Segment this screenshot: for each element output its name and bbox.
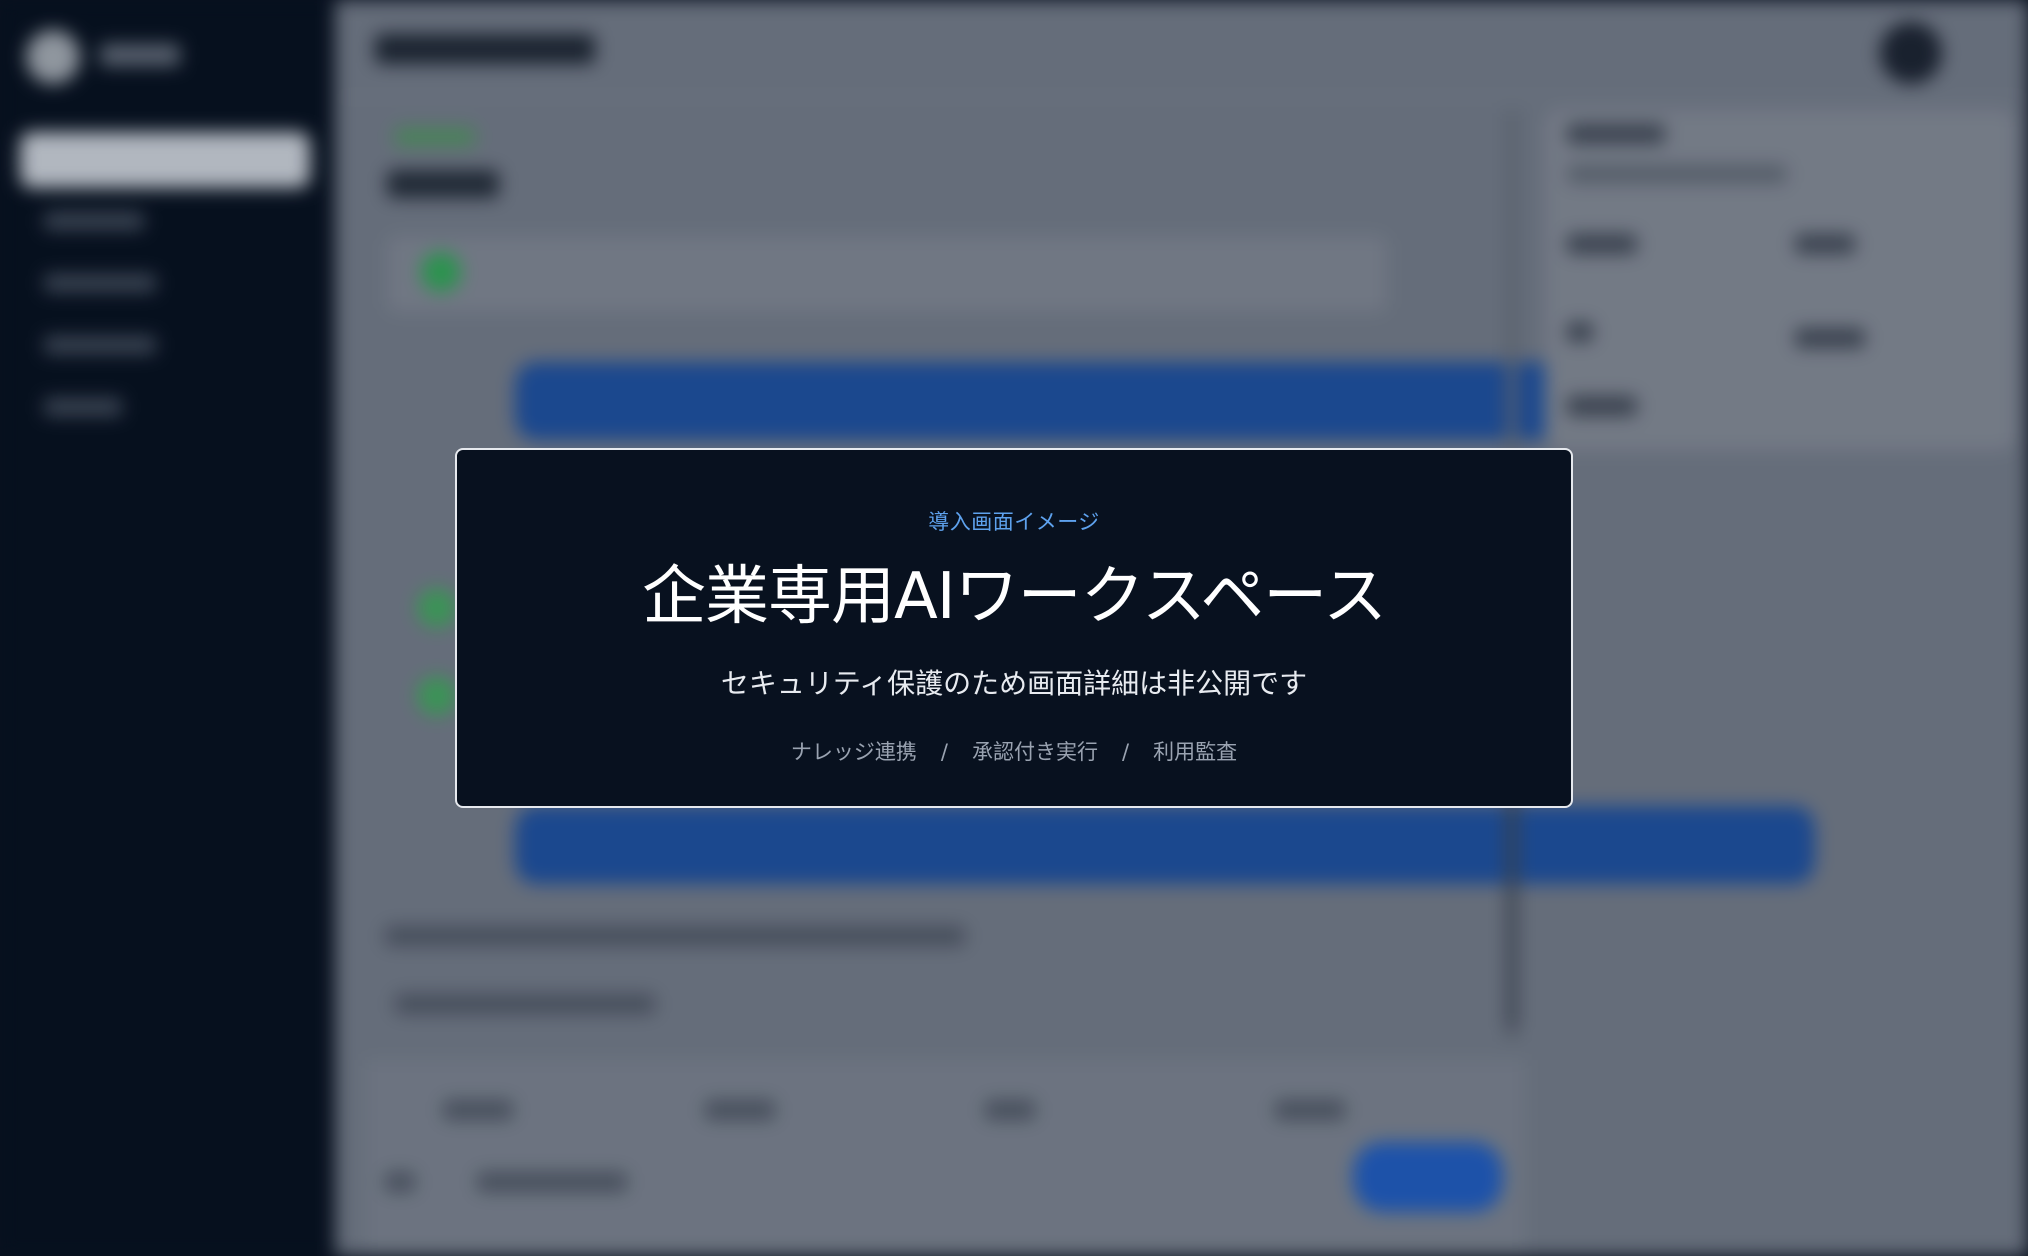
notice-eyebrow: 導入画面イメージ: [928, 510, 1100, 534]
feature-usage-audit: 利用監査: [1153, 740, 1238, 764]
confidentiality-notice-modal: 導入画面イメージ 企業専用AIワークスペース セキュリティ保護のため画面詳細は非…: [455, 448, 1573, 808]
notice-subtitle: セキュリティ保護のため画面詳細は非公開です: [720, 667, 1308, 700]
notice-title: 企業専用AIワークスペース: [641, 560, 1387, 634]
app-window: 導入画面イメージ 企業専用AIワークスペース セキュリティ保護のため画面詳細は非…: [0, 0, 2028, 1256]
feature-approval-execution: 承認付き実行: [972, 740, 1098, 764]
feature-list: ナレッジ連携 / 承認付き実行 / 利用監査: [457, 736, 1571, 766]
feature-separator: /: [940, 740, 948, 764]
feature-knowledge-integration: ナレッジ連携: [790, 740, 917, 764]
feature-separator: /: [1122, 740, 1130, 764]
